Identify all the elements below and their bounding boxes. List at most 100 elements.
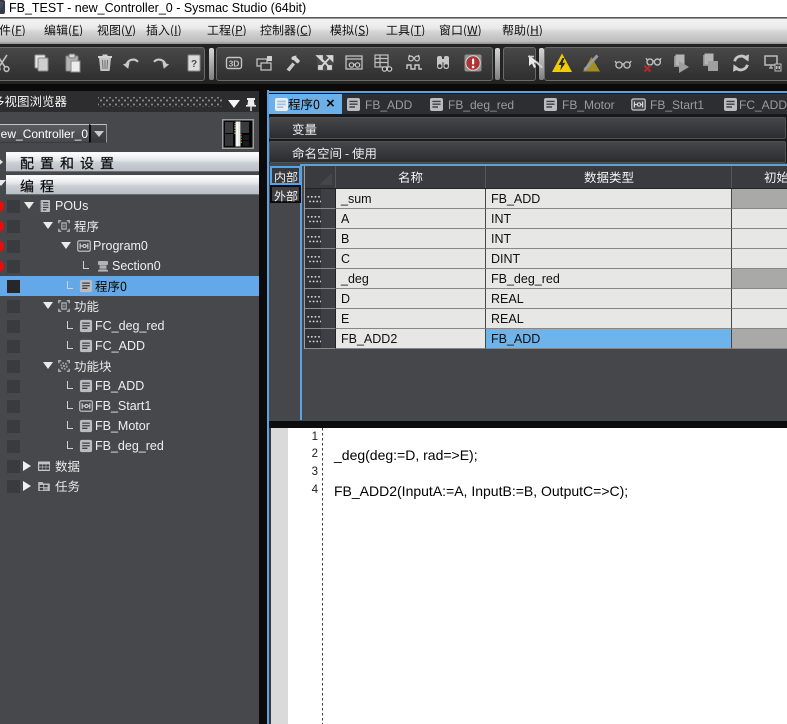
- menu-controller[interactable]: [260, 24, 312, 36]
- paste-icon[interactable]: [62, 52, 84, 74]
- code-line[interactable]: FB_ADD2(InputA:=A, InputB:=B, OutputC=>C…: [334, 482, 628, 500]
- cell-name[interactable]: E: [336, 309, 486, 329]
- watch-window-icon[interactable]: [343, 52, 365, 74]
- st-code-editor[interactable]: 1234_deg(deg:=D, rad=>E);FB_ADD2(InputA:…: [269, 428, 787, 724]
- cell-datatype[interactable]: FB_ADD: [486, 189, 732, 209]
- tree-item-tasks[interactable]: [0, 476, 259, 496]
- row-handle[interactable]: [305, 289, 336, 309]
- tree-item-fc-add[interactable]: FC_ADD: [0, 336, 259, 356]
- section-programming[interactable]: [6, 175, 259, 195]
- expand-arrow-icon[interactable]: [43, 222, 53, 229]
- edit-pointer-icon[interactable]: [524, 52, 546, 74]
- menu-file[interactable]: [0, 24, 26, 36]
- menu-tools[interactable]: [386, 24, 425, 36]
- cell-name[interactable]: _sum: [336, 189, 486, 209]
- tree-item-programs[interactable]: [0, 216, 259, 236]
- cell-initial[interactable]: [732, 289, 787, 309]
- tab-external[interactable]: [270, 185, 301, 203]
- tab-fb-deg-red[interactable]: FB_deg_red: [448, 98, 514, 112]
- namespace-bar[interactable]: [269, 141, 786, 163]
- cell-datatype[interactable]: INT: [486, 209, 732, 229]
- menu-simulation[interactable]: [330, 24, 369, 36]
- row-handle[interactable]: [305, 189, 336, 209]
- tree-item-program0[interactable]: Program0: [0, 236, 259, 256]
- cell-initial[interactable]: [732, 269, 787, 289]
- cell-name[interactable]: C: [336, 249, 486, 269]
- cut-icon[interactable]: [0, 52, 13, 74]
- chevron-down-icon[interactable]: [228, 100, 240, 108]
- tree-item-fb-add[interactable]: FB_ADD: [0, 376, 259, 396]
- tree-item-functions[interactable]: [0, 296, 259, 316]
- tab-fb-motor[interactable]: FB_Motor: [562, 98, 615, 112]
- run-mode-icon[interactable]: [670, 52, 692, 74]
- column-header-initial[interactable]: [732, 166, 787, 188]
- build-icon[interactable]: [282, 52, 304, 74]
- delete-icon[interactable]: [94, 52, 116, 74]
- row-handle[interactable]: [305, 309, 336, 329]
- tree-item-pous[interactable]: POUs: [0, 196, 259, 216]
- monitor-icon[interactable]: [612, 52, 634, 74]
- tab-fb-add[interactable]: FB_ADD: [365, 98, 412, 112]
- code-line[interactable]: _deg(deg:=D, rad=>E);: [334, 446, 478, 464]
- tree-item-program0-st[interactable]: [0, 276, 259, 296]
- tree-item-section0[interactable]: Section0: [0, 256, 259, 276]
- program-mode-icon[interactable]: [699, 52, 721, 74]
- cell-datatype[interactable]: FB_ADD: [486, 329, 732, 349]
- tree-item-fb-motor[interactable]: FB_Motor: [0, 416, 259, 436]
- cell-initial[interactable]: [732, 329, 787, 349]
- tab-program0[interactable]: ×: [269, 94, 342, 114]
- menu-edit[interactable]: [44, 24, 83, 36]
- tree-item-function-blocks[interactable]: [0, 356, 259, 376]
- expand-arrow-icon[interactable]: [43, 302, 53, 309]
- watch-wave-icon[interactable]: [403, 52, 425, 74]
- abort-icon[interactable]: [462, 52, 484, 74]
- tree-item-fc-deg-red[interactable]: FC_deg_red: [0, 316, 259, 336]
- cell-datatype[interactable]: INT: [486, 229, 732, 249]
- controller-select[interactable]: new_Controller_0: [0, 124, 89, 143]
- pin-icon[interactable]: [245, 97, 257, 112]
- cell-name[interactable]: _deg: [336, 269, 486, 289]
- cell-datatype[interactable]: FB_deg_red: [486, 269, 732, 289]
- tree-item-fb-deg-red[interactable]: FB_deg_red: [0, 436, 259, 456]
- cell-initial[interactable]: [732, 249, 787, 269]
- 3d-view-icon[interactable]: [223, 52, 245, 74]
- tab-fb-start1[interactable]: FB_Start1: [650, 98, 704, 112]
- menu-insert[interactable]: [146, 24, 182, 36]
- cell-datatype[interactable]: REAL: [486, 289, 732, 309]
- cross-reference-icon[interactable]: [314, 52, 336, 74]
- synchronize-icon[interactable]: [730, 52, 752, 74]
- watch-table-icon[interactable]: [372, 52, 394, 74]
- close-icon[interactable]: ×: [326, 96, 339, 112]
- column-header-datatype[interactable]: [486, 166, 732, 188]
- monitor-stop-icon[interactable]: [641, 52, 663, 74]
- row-handle[interactable]: [305, 229, 336, 249]
- cell-datatype[interactable]: DINT: [486, 249, 732, 269]
- copy-icon[interactable]: [30, 52, 52, 74]
- expand-arrow-icon[interactable]: [61, 242, 71, 249]
- cell-initial[interactable]: [732, 189, 787, 209]
- menu-project[interactable]: [207, 24, 247, 36]
- cell-datatype[interactable]: REAL: [486, 309, 732, 329]
- corner-cell[interactable]: [305, 166, 336, 188]
- redo-icon[interactable]: [149, 52, 171, 74]
- tree-item-data[interactable]: [0, 456, 259, 476]
- windows-icon[interactable]: [253, 52, 275, 74]
- tree-item-fb-start1[interactable]: FB_Start1: [0, 396, 259, 416]
- search-icon[interactable]: [432, 52, 454, 74]
- tab-internal[interactable]: [270, 166, 301, 185]
- column-header-name[interactable]: [336, 166, 486, 188]
- cell-initial[interactable]: [732, 229, 787, 249]
- row-handle[interactable]: [305, 249, 336, 269]
- expand-arrow-icon[interactable]: [24, 202, 34, 209]
- menu-window[interactable]: [439, 24, 482, 36]
- expand-arrow-icon[interactable]: [43, 362, 53, 369]
- go-offline-icon[interactable]: [581, 52, 603, 74]
- panel-divider[interactable]: [259, 91, 267, 724]
- collapse-arrow-icon[interactable]: [23, 481, 31, 491]
- row-handle[interactable]: [305, 269, 336, 289]
- variables-bar[interactable]: [269, 117, 786, 139]
- row-handle[interactable]: [305, 329, 336, 349]
- cell-name[interactable]: FB_ADD2: [336, 329, 486, 349]
- cell-name[interactable]: A: [336, 209, 486, 229]
- help-doc-icon[interactable]: [183, 52, 205, 74]
